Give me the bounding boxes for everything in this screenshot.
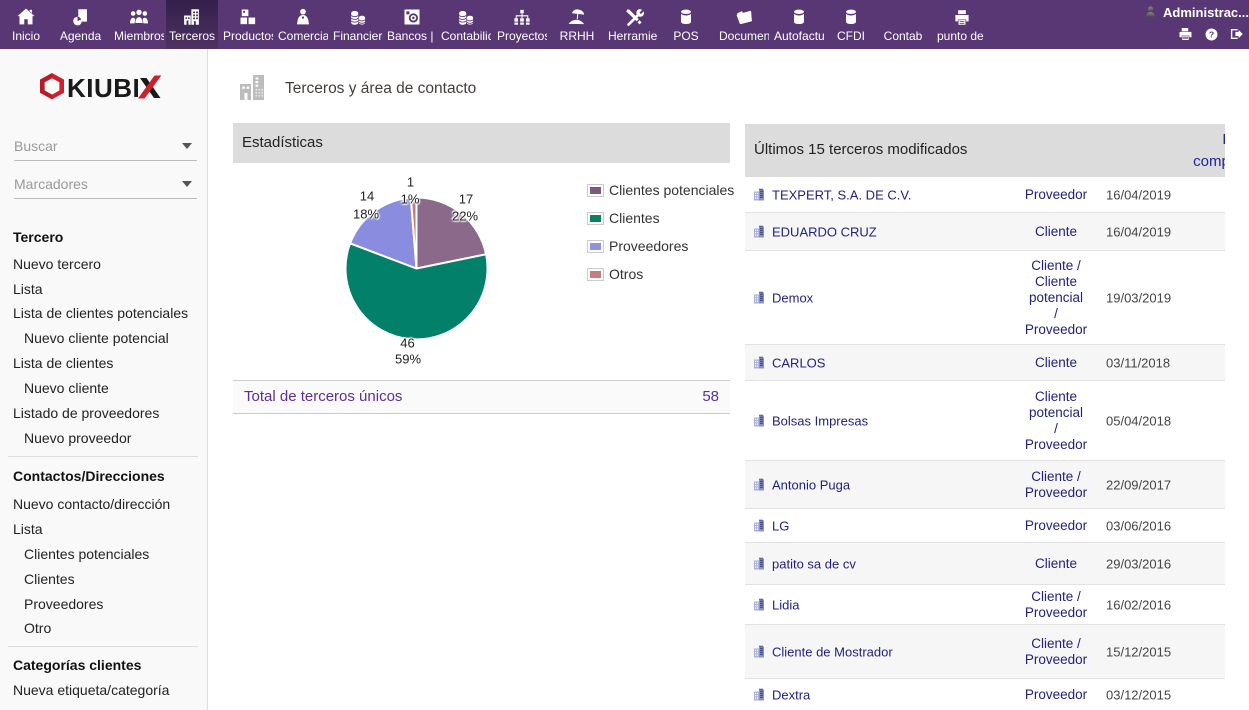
- svg-text:KIUBI: KIUBI: [67, 73, 140, 103]
- svg-text:?: ?: [1208, 29, 1213, 39]
